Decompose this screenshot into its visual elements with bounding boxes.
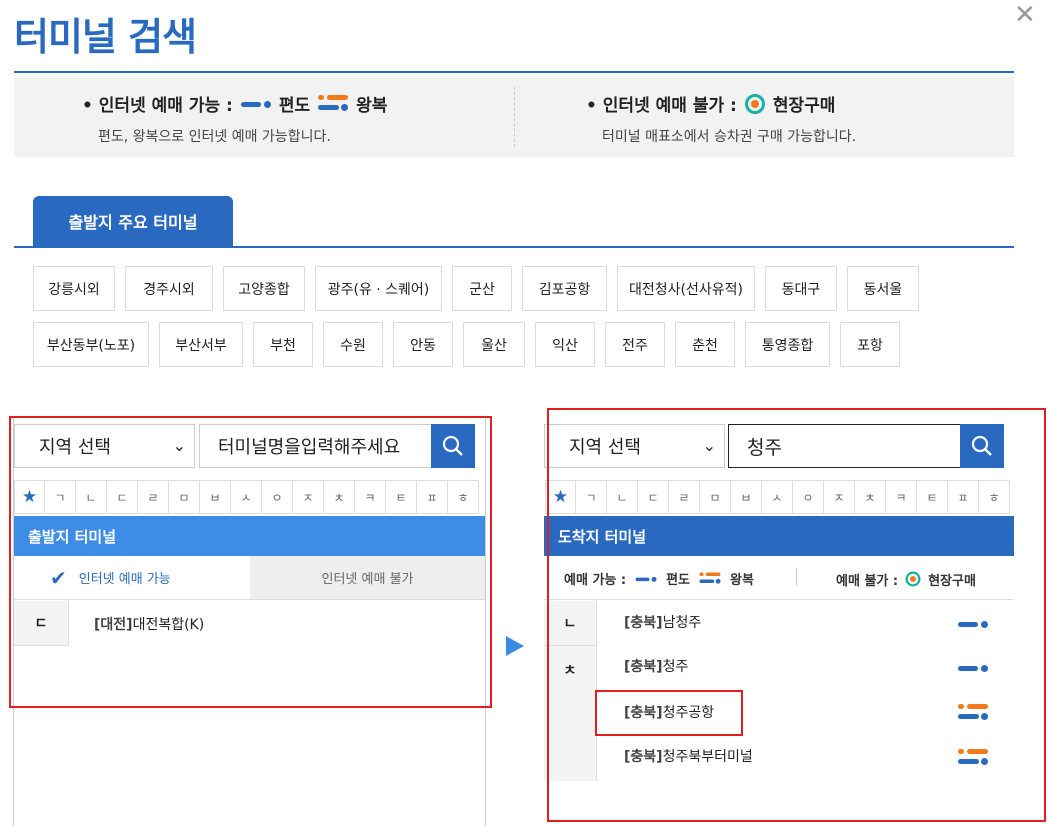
terminal-button[interactable]: 포항	[840, 322, 900, 367]
terminal-button[interactable]: 울산	[463, 322, 525, 367]
terminal-button[interactable]: 군산	[452, 266, 512, 311]
highlight-box	[9, 416, 492, 708]
terminal-button[interactable]: 광주(유 · 스퀘어)	[315, 266, 442, 311]
oneway-label: 편도	[278, 96, 311, 116]
divider	[14, 71, 1014, 73]
terminal-button[interactable]: 통영종합	[745, 322, 830, 367]
terminal-button[interactable]: 고양종합	[223, 266, 305, 311]
arrow-right-icon	[506, 636, 524, 656]
terminal-button[interactable]: 수원	[323, 322, 383, 367]
online-subtext: 편도, 왕복으로 인터넷 예매 가능합니다.	[98, 129, 331, 145]
terminal-button[interactable]: 경주시외	[125, 266, 213, 311]
online-heading: • 인터넷 예매 가능 :	[82, 96, 233, 116]
offline-heading: • 인터넷 예매 불가 :	[586, 96, 737, 116]
page-title: 터미널 검색	[14, 15, 197, 59]
terminal-button[interactable]: 김포공항	[522, 266, 607, 311]
terminal-button[interactable]: 안동	[393, 322, 453, 367]
highlight-box	[595, 690, 743, 736]
terminal-button[interactable]: 동서울	[847, 266, 919, 311]
offline-info: • 인터넷 예매 불가 : 현장구매 터미널 매표소에서 승차권 구매 가능합니…	[586, 91, 856, 146]
terminal-button[interactable]: 강릉시외	[33, 266, 115, 311]
offline-subtext: 터미널 매표소에서 승차권 구매 가능합니다.	[602, 129, 857, 145]
highlight-box	[547, 408, 1046, 822]
booking-info-box: • 인터넷 예매 가능 : 편도 왕복 편도, 왕복으로 인터넷 예매 가능합니…	[14, 77, 1014, 157]
oneway-icon	[240, 99, 271, 109]
onsite-label: 현장구매	[772, 96, 836, 116]
terminal-button[interactable]: 부천	[253, 322, 313, 367]
tab-major-terminals[interactable]: 출발지 주요 터미널	[33, 196, 233, 246]
online-info: • 인터넷 예매 가능 : 편도 왕복 편도, 왕복으로 인터넷 예매 가능합니…	[82, 91, 387, 146]
terminal-button[interactable]: 익산	[535, 322, 595, 367]
close-icon[interactable]: ✕	[1014, 0, 1036, 30]
onsite-icon	[744, 93, 765, 114]
terminal-button[interactable]: 부산서부	[159, 322, 243, 367]
terminal-button[interactable]: 부산동부(노포)	[33, 322, 149, 367]
round-label: 왕복	[356, 96, 388, 116]
terminal-button[interactable]: 춘천	[675, 322, 735, 367]
terminal-button[interactable]: 대전청사(선사유적)	[617, 266, 755, 311]
divider	[14, 246, 1014, 248]
roundtrip-icon	[318, 95, 349, 112]
terminal-button[interactable]: 전주	[605, 322, 665, 367]
divider	[514, 87, 515, 147]
terminal-button[interactable]: 동대구	[765, 266, 837, 311]
